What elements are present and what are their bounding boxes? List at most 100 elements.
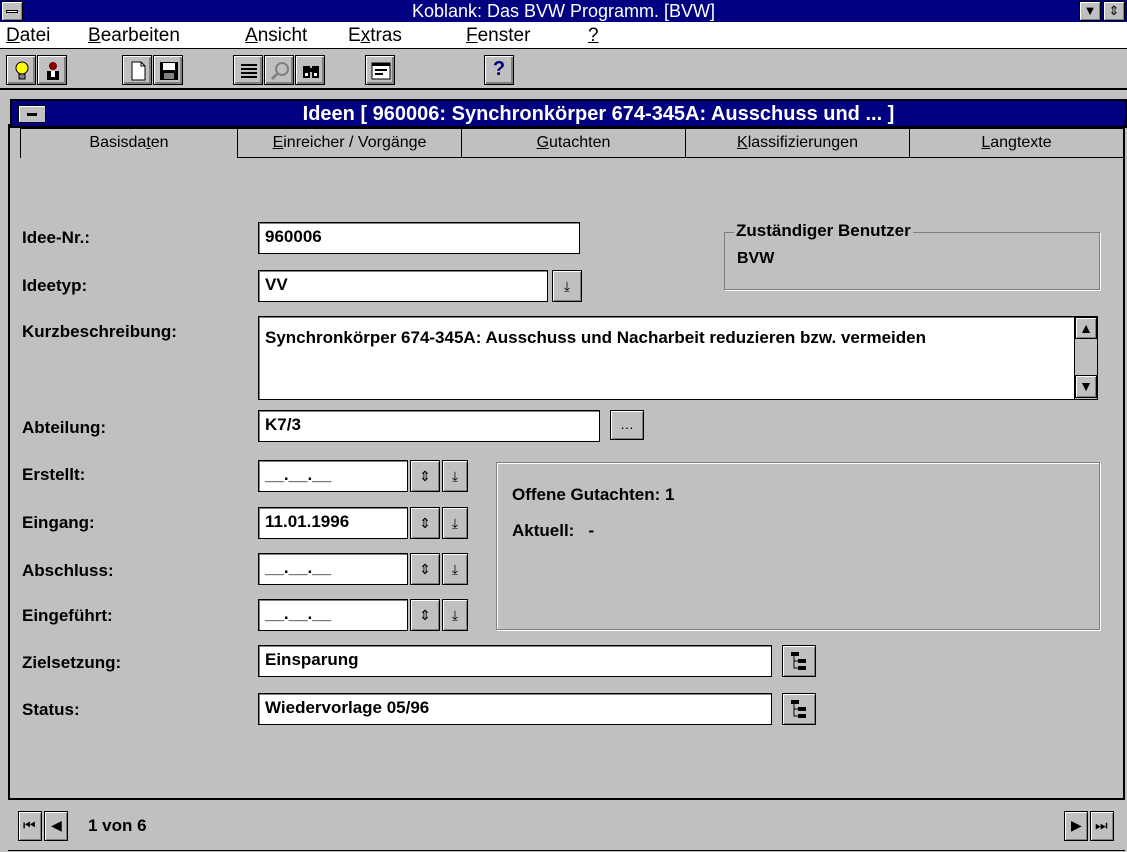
help-button[interactable]: ? [484, 55, 514, 85]
menu-datei-accel: D [6, 25, 20, 46]
tab-langtexte[interactable]: Langtexte [910, 128, 1123, 158]
kurzbeschreibung-textarea[interactable]: Synchronkörper 674-345A: Ausschuss und N… [258, 316, 1098, 400]
tab-gutachten-accel: G [536, 134, 550, 151]
status-tree-button[interactable] [782, 693, 816, 725]
menu-fenster[interactable]: Fenster [466, 25, 530, 47]
menu-bearbeiten[interactable]: Bearbeiten [88, 25, 180, 47]
spin-updown-icon: ⇕ [419, 561, 431, 577]
abteilung-field[interactable]: K7/3 [258, 410, 600, 442]
spin-updown-icon: ⇕ [419, 468, 431, 484]
menu-extras-label: tras [370, 25, 402, 46]
previous-record-icon: ◀ [51, 817, 62, 833]
chevron-down-icon: ⤓ [451, 515, 459, 531]
form-icon [371, 62, 391, 80]
help-icon: ? [492, 58, 506, 80]
new-document-icon [131, 61, 146, 81]
minimize-button[interactable]: ▼ [1079, 1, 1101, 21]
idee-nr-field[interactable]: 960006 [258, 222, 580, 254]
erstellt-dropdown-button[interactable]: ⤓ [442, 460, 468, 492]
next-record-button[interactable]: ▶ [1064, 811, 1088, 841]
eingefuehrt-date-field[interactable]: __.__.__ [258, 599, 408, 631]
list-icon [241, 64, 257, 78]
erstellt-spin-button[interactable]: ⇕ [410, 460, 440, 492]
zielsetzung-label: Zielsetzung: [22, 653, 122, 672]
tab-gutachten-post: utachten [549, 134, 611, 151]
first-record-icon: ⏮ [23, 817, 36, 833]
tab-gutachten[interactable]: Gutachten [462, 128, 686, 158]
first-record-button[interactable]: ⏮ [18, 811, 42, 841]
tab-strip: Basisdaten Einreicher / Vorgänge Gutacht… [10, 126, 1123, 182]
eingang-date-field[interactable]: 11.01.1996 [258, 507, 408, 539]
user-button[interactable] [37, 55, 67, 85]
save-button[interactable] [153, 55, 183, 85]
ellipsis-icon: … [620, 416, 634, 432]
lightbulb-icon [15, 61, 29, 80]
tab-klassifizierungen-accel: K [737, 134, 748, 151]
app-title: Koblank: Das BVW Programm. [BVW] [411, 1, 716, 21]
tab-einreicher-post: inreicher / Vorgänge [283, 134, 427, 151]
eingefuehrt-dropdown-button[interactable]: ⤓ [442, 599, 468, 631]
aktuell-value: - [588, 521, 595, 540]
find-button[interactable] [295, 55, 325, 85]
arrow-up-icon: ▲ [1079, 320, 1093, 336]
eingang-spin-button[interactable]: ⇕ [410, 507, 440, 539]
eingang-dropdown-button[interactable]: ⤓ [442, 507, 468, 539]
last-record-icon: ⏭ [1095, 817, 1108, 833]
previous-record-button[interactable]: ◀ [44, 811, 68, 841]
search-button[interactable] [264, 55, 294, 85]
form-button[interactable] [365, 55, 395, 85]
arrow-down-icon: ▼ [1079, 378, 1093, 394]
next-record-icon: ▶ [1071, 817, 1082, 833]
chevron-down-icon: ⤓ [451, 561, 459, 577]
eingefuehrt-spin-button[interactable]: ⇕ [410, 599, 440, 631]
toolbar: ? [0, 50, 1127, 90]
kurzbeschreibung-label: Kurzbeschreibung: [22, 322, 177, 341]
tab-einreicher-accel: E [272, 134, 284, 151]
menu-extras-accel: x [360, 25, 371, 46]
chevron-down-icon: ⤓ [451, 607, 459, 623]
spin-updown-icon: ⇕ [419, 515, 431, 531]
zielsetzung-field[interactable]: Einsparung [258, 645, 772, 677]
aktuell-label: Aktuell: - [512, 521, 594, 541]
tab-klassifizierungen[interactable]: Klassifizierungen [686, 128, 910, 158]
record-counter: 1 von 6 [88, 816, 147, 835]
ideen-title-bar: Ideen [ 960006: Synchronkörper 674-345A:… [10, 99, 1127, 128]
abschluss-date-field[interactable]: __.__.__ [258, 553, 408, 585]
menu-extras-pre: E [348, 25, 361, 46]
tab-basisdaten[interactable]: Basisdaten [20, 128, 238, 158]
offene-gutachten-count: 1 [665, 485, 675, 504]
child-system-menu-button[interactable] [18, 105, 46, 123]
abteilung-label: Abteilung: [22, 418, 107, 437]
zustaendig-legend: Zuständiger Benutzer [734, 221, 913, 241]
ideetyp-select[interactable]: VV [258, 270, 548, 302]
tab-einreicher[interactable]: Einreicher / Vorgänge [238, 128, 462, 158]
spin-updown-icon: ⇕ [419, 607, 431, 623]
scroll-up-button[interactable]: ▲ [1075, 317, 1097, 339]
menu-ansicht[interactable]: Ansicht [245, 25, 307, 47]
scroll-down-button[interactable]: ▼ [1075, 375, 1097, 398]
list-button[interactable] [233, 55, 263, 85]
last-record-button[interactable]: ⏭ [1090, 811, 1114, 841]
menu-help[interactable]: ? [588, 25, 599, 47]
ideen-title: Ideen [ 960006: Synchronkörper 674-345A:… [302, 103, 895, 125]
restore-button[interactable]: ⇕ [1103, 1, 1125, 21]
offene-gutachten-label: Offene Gutachten: 1 [512, 485, 675, 505]
zielsetzung-tree-button[interactable] [782, 645, 816, 677]
menu-extras[interactable]: Extras [348, 25, 402, 47]
new-button[interactable] [122, 55, 152, 85]
abschluss-dropdown-button[interactable]: ⤓ [442, 553, 468, 585]
tab-langtexte-post: angtexte [990, 134, 1052, 151]
menu-datei[interactable]: Datei [6, 25, 50, 47]
tab-langtexte-accel: L [981, 134, 991, 151]
abschluss-spin-button[interactable]: ⇕ [410, 553, 440, 585]
eingefuehrt-label: Eingeführt: [22, 606, 113, 625]
ideetyp-dropdown-button[interactable]: ⤓ [552, 270, 582, 302]
idea-button[interactable] [6, 55, 36, 85]
person-icon [47, 62, 59, 80]
status-field[interactable]: Wiedervorlage 05/96 [258, 693, 772, 725]
erstellt-date-field[interactable]: __.__.__ [258, 460, 408, 492]
kurzbeschreibung-scrollbar[interactable]: ▲ ▼ [1074, 317, 1097, 399]
menu-ansicht-label: nsicht [257, 25, 308, 46]
tree-icon [791, 652, 806, 670]
abteilung-browse-button[interactable]: … [610, 410, 644, 440]
